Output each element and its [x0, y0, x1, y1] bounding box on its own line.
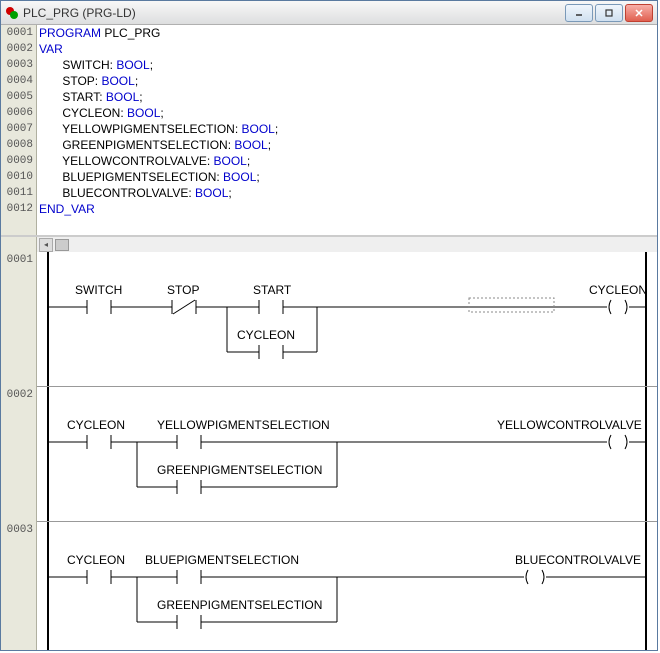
left-rail: [47, 387, 49, 521]
right-rail: [645, 252, 647, 386]
code-line[interactable]: END_VAR: [39, 201, 657, 217]
contact-label: START: [253, 283, 292, 297]
code-line[interactable]: BLUECONTROLVALVE: BOOL;: [39, 185, 657, 201]
network-number: 0003: [1, 522, 36, 650]
line-number: 0011: [1, 185, 36, 201]
code-line[interactable]: YELLOWPIGMENTSELECTION: BOOL;: [39, 121, 657, 137]
coil-label: CYCLEON: [589, 283, 647, 297]
left-rail: [47, 252, 49, 386]
code-line[interactable]: CYCLEON: BOOL;: [39, 105, 657, 121]
contact-label: CYCLEON: [237, 328, 295, 342]
minimize-button[interactable]: [565, 4, 593, 22]
line-number: 0007: [1, 121, 36, 137]
line-number: 0001: [1, 25, 36, 41]
line-number: 0006: [1, 105, 36, 121]
contact-label: CYCLEON: [67, 418, 125, 432]
code-gutter: 0001 0002 0003 0004 0005 0006 0007 0008 …: [1, 25, 37, 235]
code-line[interactable]: BLUEPIGMENTSELECTION: BOOL;: [39, 169, 657, 185]
contact-label: STOP: [167, 283, 199, 297]
line-number: 0009: [1, 153, 36, 169]
network-number: 0002: [1, 387, 36, 522]
coil-label: YELLOWCONTROLVALVE: [497, 418, 642, 432]
ladder-network-3[interactable]: CYCLEON BLUEPIGMENTSELECTION BLUECONTROL…: [37, 522, 657, 650]
line-number: 0008: [1, 137, 36, 153]
close-button[interactable]: [625, 4, 653, 22]
contact-label: GREENPIGMENTSELECTION: [157, 463, 322, 477]
line-number: 0010: [1, 169, 36, 185]
app-icon: [5, 6, 19, 20]
code-line[interactable]: STOP: BOOL;: [39, 73, 657, 89]
left-rail: [47, 522, 49, 650]
scroll-thumb[interactable]: [55, 239, 69, 251]
coil-label: BLUECONTROLVALVE: [515, 553, 641, 567]
ladder-diagram[interactable]: SWITCH STOP START CYCLEON: [37, 252, 657, 650]
ladder-editor[interactable]: 0001 0002 0003 SWITCH STOP: [1, 252, 657, 650]
scroll-track[interactable]: ◂: [37, 238, 657, 252]
code-line[interactable]: SWITCH: BOOL;: [39, 57, 657, 73]
contact-label: SWITCH: [75, 283, 122, 297]
ladder-network-1[interactable]: SWITCH STOP START CYCLEON: [37, 252, 657, 387]
code-area[interactable]: PROGRAM PLC_PRG VAR SWITCH: BOOL; STOP: …: [37, 25, 657, 235]
line-number: 0002: [1, 41, 36, 57]
right-rail: [645, 522, 647, 650]
scroll-left-arrow-icon[interactable]: ◂: [39, 238, 53, 252]
line-number: 0012: [1, 201, 36, 217]
horizontal-scrollbar[interactable]: ◂: [1, 236, 657, 252]
ladder-gutter: 0001 0002 0003: [1, 252, 37, 650]
code-line[interactable]: YELLOWCONTROLVALVE: BOOL;: [39, 153, 657, 169]
ladder-network-2[interactable]: CYCLEON YELLOWPIGMENTSELECTION YELLOWCON…: [37, 387, 657, 522]
code-editor[interactable]: 0001 0002 0003 0004 0005 0006 0007 0008 …: [1, 25, 657, 236]
right-rail: [645, 387, 647, 521]
window-title: PLC_PRG (PRG-LD): [23, 6, 565, 20]
code-line[interactable]: VAR: [39, 41, 657, 57]
ide-window: PLC_PRG (PRG-LD) 0001 0002 0003 0004 000…: [0, 0, 658, 651]
contact-label: GREENPIGMENTSELECTION: [157, 598, 322, 612]
contact-label: CYCLEON: [67, 553, 125, 567]
maximize-button[interactable]: [595, 4, 623, 22]
code-line[interactable]: PROGRAM PLC_PRG: [39, 25, 657, 41]
scroll-gutter-spacer: [1, 237, 37, 252]
code-line[interactable]: GREENPIGMENTSELECTION: BOOL;: [39, 137, 657, 153]
network-number: 0001: [1, 252, 36, 387]
code-line[interactable]: START: BOOL;: [39, 89, 657, 105]
line-number: 0004: [1, 73, 36, 89]
line-number: 0005: [1, 89, 36, 105]
contact-label: BLUEPIGMENTSELECTION: [145, 553, 299, 567]
contact-label: YELLOWPIGMENTSELECTION: [157, 418, 330, 432]
line-number: 0003: [1, 57, 36, 73]
titlebar[interactable]: PLC_PRG (PRG-LD): [1, 1, 657, 25]
window-controls: [565, 4, 653, 22]
